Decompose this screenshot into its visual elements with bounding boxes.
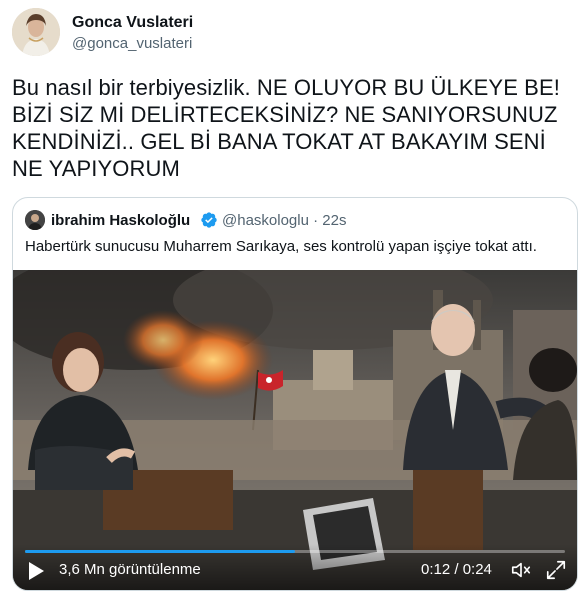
tweet-text: Bu nasıl bir terbiyesizlik. NE OLUYOR BU…	[12, 75, 560, 181]
quoted-tweet[interactable]: ibrahim Haskoloğlu @haskologlu · 22s Hab…	[12, 197, 578, 591]
quoted-tweet-text: Habertürk sunucusu Muharrem Sarıkaya, se…	[25, 238, 537, 255]
author-display-name[interactable]: Gonca Vuslateri	[72, 14, 193, 32]
video-progress-fill	[25, 550, 295, 553]
verified-badge-icon	[201, 212, 217, 228]
view-count: 3,6 Mn görüntülenme	[59, 561, 201, 578]
fullscreen-icon[interactable]	[545, 559, 567, 581]
video-frame	[13, 270, 577, 590]
video-player[interactable]: 3,6 Mn görüntülenme 0:12 / 0:24	[13, 270, 577, 590]
video-controls: 3,6 Mn görüntülenme 0:12 / 0:24	[13, 544, 577, 590]
quoted-author-handle[interactable]: @haskologlu	[222, 212, 309, 229]
volume-icon[interactable]	[510, 559, 532, 581]
author-handle[interactable]: @gonca_vuslateri	[72, 35, 192, 52]
video-time: 0:12 / 0:24	[421, 561, 492, 578]
quoted-author-meta: @haskologlu · 22s	[222, 212, 346, 229]
author-avatar[interactable]	[12, 8, 60, 56]
quoted-author-name[interactable]: ibrahim Haskoloğlu	[51, 212, 190, 229]
play-icon[interactable]	[27, 561, 45, 581]
quoted-tweet-header: ibrahim Haskoloğlu @haskologlu · 22s	[25, 210, 565, 230]
tweet-header: Gonca Vuslateri @gonca_vuslateri	[12, 8, 572, 60]
quoted-author-avatar[interactable]	[25, 210, 45, 230]
meta-separator: ·	[313, 212, 319, 229]
tweet: Gonca Vuslateri @gonca_vuslateri Bu nası…	[0, 0, 587, 593]
video-progress-bar[interactable]	[25, 550, 565, 553]
profile-photo-icon	[25, 210, 45, 230]
quoted-timestamp[interactable]: 22s	[322, 212, 346, 229]
profile-photo-icon	[12, 8, 60, 56]
